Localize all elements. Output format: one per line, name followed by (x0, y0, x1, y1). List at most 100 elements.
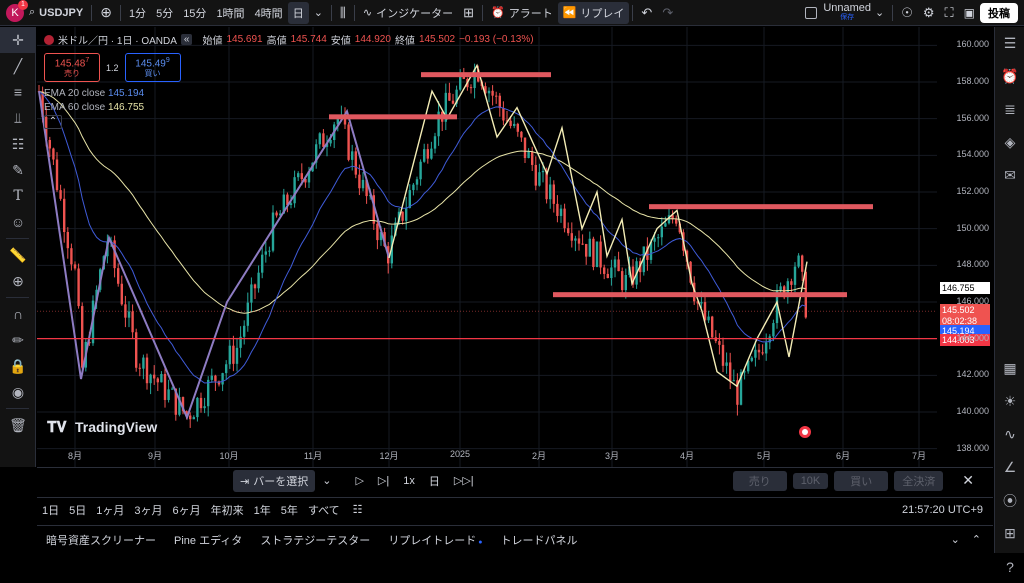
ema20-legend[interactable]: EMA 20 close 145.194 (44, 88, 534, 99)
horizontal-lines-icon[interactable]: ≡ (0, 79, 36, 105)
resistance-zone[interactable] (553, 292, 847, 298)
speed-button[interactable]: 1x (396, 472, 422, 490)
replay-button[interactable]: ⏪ リプレイ (557, 1, 630, 24)
user-avatar[interactable]: K1 (6, 0, 28, 22)
bottom-tab-2[interactable]: ストラテジーテスター (251, 532, 379, 548)
price-tick: 146.000 (956, 296, 989, 306)
range-4[interactable]: 6ヶ月 (168, 502, 206, 518)
quick-search-icon[interactable]: ☉ (896, 2, 918, 24)
lightbulb-icon[interactable]: ☀ (995, 385, 1024, 418)
ruler-icon[interactable]: 📏 (0, 242, 36, 268)
timeframe-1m[interactable]: 1分 (124, 2, 151, 24)
ruler-angle-icon[interactable]: ∠ (995, 451, 1024, 484)
time-tick: 2月 (531, 451, 547, 461)
calendar-icon[interactable]: ▦ (995, 352, 1024, 385)
help-icon[interactable]: ? (995, 550, 1024, 583)
range-2[interactable]: 1ヶ月 (91, 502, 129, 518)
range-1[interactable]: 5日 (64, 502, 91, 518)
bottom-tab-3[interactable]: リプレイトレード ● (379, 532, 491, 548)
range-7[interactable]: 5年 (276, 502, 303, 518)
bottom-tab-0[interactable]: 暗号資産スクリーナー (37, 532, 165, 548)
buy-price-button[interactable]: 145.499 買い (124, 53, 181, 83)
ema60-legend[interactable]: EMA 60 close 146.755 (44, 102, 534, 113)
layers-icon[interactable]: ◈ (995, 126, 1024, 159)
range-8[interactable]: すべて (303, 502, 345, 518)
watchlist-icon[interactable]: ☰ (995, 27, 1024, 60)
templates-icon[interactable]: ⊞ (458, 2, 479, 24)
range-3[interactable]: 3ヶ月 (129, 502, 167, 518)
zoom-in-icon[interactable]: ⊕ (0, 268, 36, 294)
pitchfork-icon[interactable]: ⫫ (0, 105, 36, 131)
post-button[interactable]: 投稿 (980, 2, 1018, 23)
select-bar-button[interactable]: ⇥ バーを選択 (233, 469, 316, 492)
candle-body (412, 184, 415, 191)
compare-symbol-button[interactable]: ⊕ (95, 2, 117, 24)
layout-menu[interactable]: Unnamed 保存 ⌄ (800, 2, 889, 24)
range-0[interactable]: 1日 (37, 502, 64, 518)
candle-body (711, 316, 714, 338)
replay-qty-field[interactable]: 10K (792, 472, 829, 489)
brush-icon[interactable]: ✎ (0, 157, 36, 183)
fib-retracement-icon[interactable]: ☷ (0, 131, 36, 157)
magnet-icon[interactable]: ∩ (0, 301, 36, 327)
bottom-tab-1[interactable]: Pine エディタ (165, 532, 251, 548)
camera-icon[interactable]: ▣ (959, 2, 980, 24)
rewind-icon: ⏪ (562, 7, 577, 19)
crosshair-icon[interactable]: ✛ (0, 27, 36, 53)
select-bar-dropdown-icon[interactable]: ⌄ (315, 471, 338, 490)
chat-icon[interactable]: ✉ (995, 159, 1024, 192)
undo-icon[interactable]: ↶ (636, 2, 657, 24)
time-axis[interactable]: 8月 9月 10月 11月 12月 2025 2月 3月 4月 5月 6月 7月 (37, 447, 937, 465)
sell-price-button[interactable]: 145.487 売り (44, 53, 100, 83)
timeframe-1h[interactable]: 1時間 (211, 2, 249, 24)
trend-line-icon[interactable]: ╱ (0, 53, 36, 79)
object-tree-icon[interactable]: ≣ (995, 93, 1024, 126)
candle-body (145, 357, 149, 384)
price-axis[interactable]: 146.755 145.502 08:02:38 145.194 144.003 … (938, 27, 993, 467)
text-icon[interactable]: T (0, 183, 36, 209)
settings-gear-icon[interactable]: ⚙ (918, 2, 940, 24)
eye-icon[interactable]: ◉ (0, 379, 36, 405)
candle-body (163, 374, 167, 400)
range-6[interactable]: 1年 (249, 502, 276, 518)
broadcast-icon[interactable]: ⦿ (995, 484, 1024, 517)
timeframe-dropdown-icon[interactable]: ⌄ (309, 2, 328, 24)
pulse-icon[interactable]: ∿ (995, 418, 1024, 451)
fullscreen-icon[interactable]: ⛶ (940, 2, 959, 24)
goto-date-icon[interactable]: ☷ (353, 503, 363, 516)
candle-body (570, 233, 573, 241)
lock-icon[interactable]: 🔒 (0, 353, 36, 379)
timeframe-4h[interactable]: 4時間 (250, 2, 288, 24)
timeframe-5m[interactable]: 5分 (151, 2, 178, 24)
resistance-zone[interactable] (649, 204, 873, 210)
jump-to-realtime-icon[interactable]: ▷▷| (447, 471, 481, 490)
collapse-panel-icon[interactable]: ⌄ (951, 533, 960, 546)
interval-button[interactable]: 日 (422, 470, 447, 492)
close-all-button[interactable]: 全決済 (894, 470, 944, 491)
lock-drawing-icon[interactable]: ✏ (0, 327, 36, 353)
play-icon[interactable]: ▷ (348, 471, 370, 490)
replay-buy-button[interactable]: 買い (834, 470, 889, 491)
redo-icon[interactable]: ↷ (657, 2, 678, 24)
clock[interactable]: 21:57:20 UTC+9 (902, 504, 983, 516)
emoji-icon[interactable]: ☺ (0, 209, 36, 235)
trash-icon[interactable]: 🗑 (0, 412, 36, 438)
alert-button[interactable]: ⏰ アラート (486, 2, 558, 24)
close-replay-icon[interactable]: ✕ (955, 469, 981, 492)
replay-sell-button[interactable]: 売り (732, 470, 787, 491)
collapse-chevron-icon[interactable]: ⌃ (44, 115, 62, 130)
bottom-tab-4[interactable]: トレードパネル (492, 532, 587, 548)
indicators-button[interactable]: ∿ インジケーター (358, 2, 458, 24)
collapse-legend-icon[interactable]: « (180, 34, 193, 45)
chart-type-icon[interactable]: ⫼ (335, 2, 351, 24)
alerts-clock-icon[interactable]: ⏰ (995, 60, 1024, 93)
candle-body (430, 148, 433, 159)
maximize-panel-icon[interactable]: ⌃ (972, 533, 981, 546)
range-5[interactable]: 年初来 (206, 502, 249, 518)
apps-icon[interactable]: ⊞ (995, 517, 1024, 550)
candle-body (160, 374, 163, 383)
symbol-search[interactable]: ⌕ USDJPY (24, 2, 88, 24)
step-forward-icon[interactable]: ▷| (371, 471, 396, 490)
timeframe-1d[interactable]: 日 (287, 1, 309, 24)
timeframe-15m[interactable]: 15分 (178, 2, 211, 24)
